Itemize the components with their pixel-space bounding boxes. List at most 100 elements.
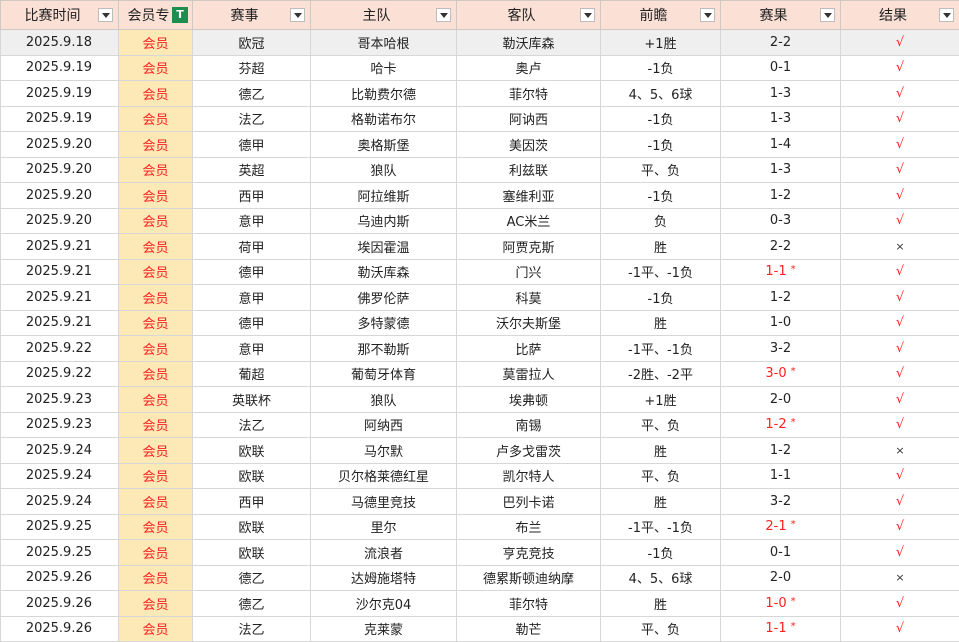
cell-league[interactable]: 法乙: [192, 105, 311, 132]
cell-home-team[interactable]: 葡萄牙体育: [310, 360, 457, 387]
cell-home-team[interactable]: 多特蒙德: [310, 309, 457, 336]
cell-home-team[interactable]: 狼队: [310, 156, 457, 183]
cell-result[interactable]: √: [840, 411, 959, 438]
cell-result[interactable]: √: [840, 156, 959, 183]
cell-away-team[interactable]: 科莫: [456, 284, 601, 311]
cell-date[interactable]: 2025.9.20: [0, 207, 119, 234]
cell-score[interactable]: 1-3: [720, 156, 841, 183]
cell-member[interactable]: 会员: [118, 539, 193, 566]
cell-league[interactable]: 法乙: [192, 411, 311, 438]
cell-home-team[interactable]: 克莱蒙: [310, 615, 457, 642]
cell-score[interactable]: 1-1 *: [720, 615, 841, 642]
cell-member[interactable]: 会员: [118, 564, 193, 591]
cell-date[interactable]: 2025.9.21: [0, 284, 119, 311]
cell-result[interactable]: √: [840, 207, 959, 234]
cell-score[interactable]: 1-2: [720, 284, 841, 311]
cell-result[interactable]: √: [840, 131, 959, 158]
cell-score[interactable]: 2-0: [720, 564, 841, 591]
cell-prediction[interactable]: -1平、-1负: [600, 258, 721, 285]
cell-prediction[interactable]: +1胜: [600, 29, 721, 56]
cell-result[interactable]: √: [840, 258, 959, 285]
cell-away-team[interactable]: 勒芒: [456, 615, 601, 642]
cell-date[interactable]: 2025.9.26: [0, 590, 119, 617]
cell-league[interactable]: 法乙: [192, 615, 311, 642]
cell-member[interactable]: 会员: [118, 411, 193, 438]
cell-home-team[interactable]: 沙尔克04: [310, 590, 457, 617]
cell-result[interactable]: √: [840, 462, 959, 489]
cell-result[interactable]: √: [840, 360, 959, 387]
cell-score[interactable]: 2-2: [720, 233, 841, 260]
cell-member[interactable]: 会员: [118, 335, 193, 362]
cell-prediction[interactable]: +1胜: [600, 386, 721, 413]
cell-league[interactable]: 意甲: [192, 335, 311, 362]
cell-score[interactable]: 1-2: [720, 182, 841, 209]
cell-score[interactable]: 2-0: [720, 386, 841, 413]
cell-result[interactable]: ×: [840, 564, 959, 591]
cell-score[interactable]: 1-1 *: [720, 258, 841, 285]
cell-result[interactable]: √: [840, 80, 959, 107]
cell-prediction[interactable]: -1负: [600, 131, 721, 158]
dropdown-arrow-icon[interactable]: [580, 8, 595, 22]
cell-league[interactable]: 葡超: [192, 360, 311, 387]
cell-home-team[interactable]: 阿纳西: [310, 411, 457, 438]
cell-away-team[interactable]: 塞维利亚: [456, 182, 601, 209]
cell-member[interactable]: 会员: [118, 80, 193, 107]
cell-date[interactable]: 2025.9.20: [0, 131, 119, 158]
cell-score[interactable]: 1-3: [720, 80, 841, 107]
cell-league[interactable]: 德甲: [192, 131, 311, 158]
cell-date[interactable]: 2025.9.25: [0, 513, 119, 540]
cell-result[interactable]: ×: [840, 437, 959, 464]
cell-member[interactable]: 会员: [118, 131, 193, 158]
cell-league[interactable]: 欧联: [192, 437, 311, 464]
cell-home-team[interactable]: 马德里竞技: [310, 488, 457, 515]
cell-prediction[interactable]: -2胜、-2平: [600, 360, 721, 387]
cell-league[interactable]: 欧冠: [192, 29, 311, 56]
cell-league[interactable]: 德乙: [192, 564, 311, 591]
cell-member[interactable]: 会员: [118, 360, 193, 387]
cell-prediction[interactable]: -1负: [600, 284, 721, 311]
cell-member[interactable]: 会员: [118, 207, 193, 234]
cell-home-team[interactable]: 埃因霍温: [310, 233, 457, 260]
cell-member[interactable]: 会员: [118, 590, 193, 617]
cell-score[interactable]: 2-1 *: [720, 513, 841, 540]
cell-home-team[interactable]: 阿拉维斯: [310, 182, 457, 209]
cell-member[interactable]: 会员: [118, 615, 193, 642]
cell-prediction[interactable]: -1平、-1负: [600, 513, 721, 540]
cell-away-team[interactable]: 卢多戈雷茨: [456, 437, 601, 464]
cell-prediction[interactable]: 胜: [600, 233, 721, 260]
cell-prediction[interactable]: 平、负: [600, 156, 721, 183]
cell-date[interactable]: 2025.9.20: [0, 182, 119, 209]
cell-date[interactable]: 2025.9.24: [0, 462, 119, 489]
cell-prediction[interactable]: 胜: [600, 309, 721, 336]
cell-away-team[interactable]: 门兴: [456, 258, 601, 285]
cell-home-team[interactable]: 马尔默: [310, 437, 457, 464]
cell-prediction[interactable]: 胜: [600, 488, 721, 515]
cell-result[interactable]: √: [840, 105, 959, 132]
cell-home-team[interactable]: 狼队: [310, 386, 457, 413]
cell-home-team[interactable]: 那不勒斯: [310, 335, 457, 362]
cell-result[interactable]: √: [840, 488, 959, 515]
cell-league[interactable]: 欧联: [192, 462, 311, 489]
cell-result[interactable]: ×: [840, 233, 959, 260]
cell-score[interactable]: 3-0 *: [720, 360, 841, 387]
cell-score[interactable]: 3-2: [720, 335, 841, 362]
cell-home-team[interactable]: 勒沃库森: [310, 258, 457, 285]
cell-away-team[interactable]: 沃尔夫斯堡: [456, 309, 601, 336]
cell-league[interactable]: 欧联: [192, 513, 311, 540]
cell-league[interactable]: 英联杯: [192, 386, 311, 413]
cell-date[interactable]: 2025.9.19: [0, 80, 119, 107]
cell-away-team[interactable]: 阿讷西: [456, 105, 601, 132]
cell-date[interactable]: 2025.9.21: [0, 233, 119, 260]
cell-away-team[interactable]: 美因茨: [456, 131, 601, 158]
cell-prediction[interactable]: -1负: [600, 539, 721, 566]
cell-prediction[interactable]: 平、负: [600, 615, 721, 642]
cell-away-team[interactable]: 莫雷拉人: [456, 360, 601, 387]
cell-away-team[interactable]: 菲尔特: [456, 590, 601, 617]
cell-league[interactable]: 英超: [192, 156, 311, 183]
cell-date[interactable]: 2025.9.20: [0, 156, 119, 183]
cell-score[interactable]: 1-0: [720, 309, 841, 336]
cell-away-team[interactable]: 利兹联: [456, 156, 601, 183]
cell-home-team[interactable]: 比勒费尔德: [310, 80, 457, 107]
cell-prediction[interactable]: 4、5、6球: [600, 564, 721, 591]
cell-date[interactable]: 2025.9.19: [0, 105, 119, 132]
